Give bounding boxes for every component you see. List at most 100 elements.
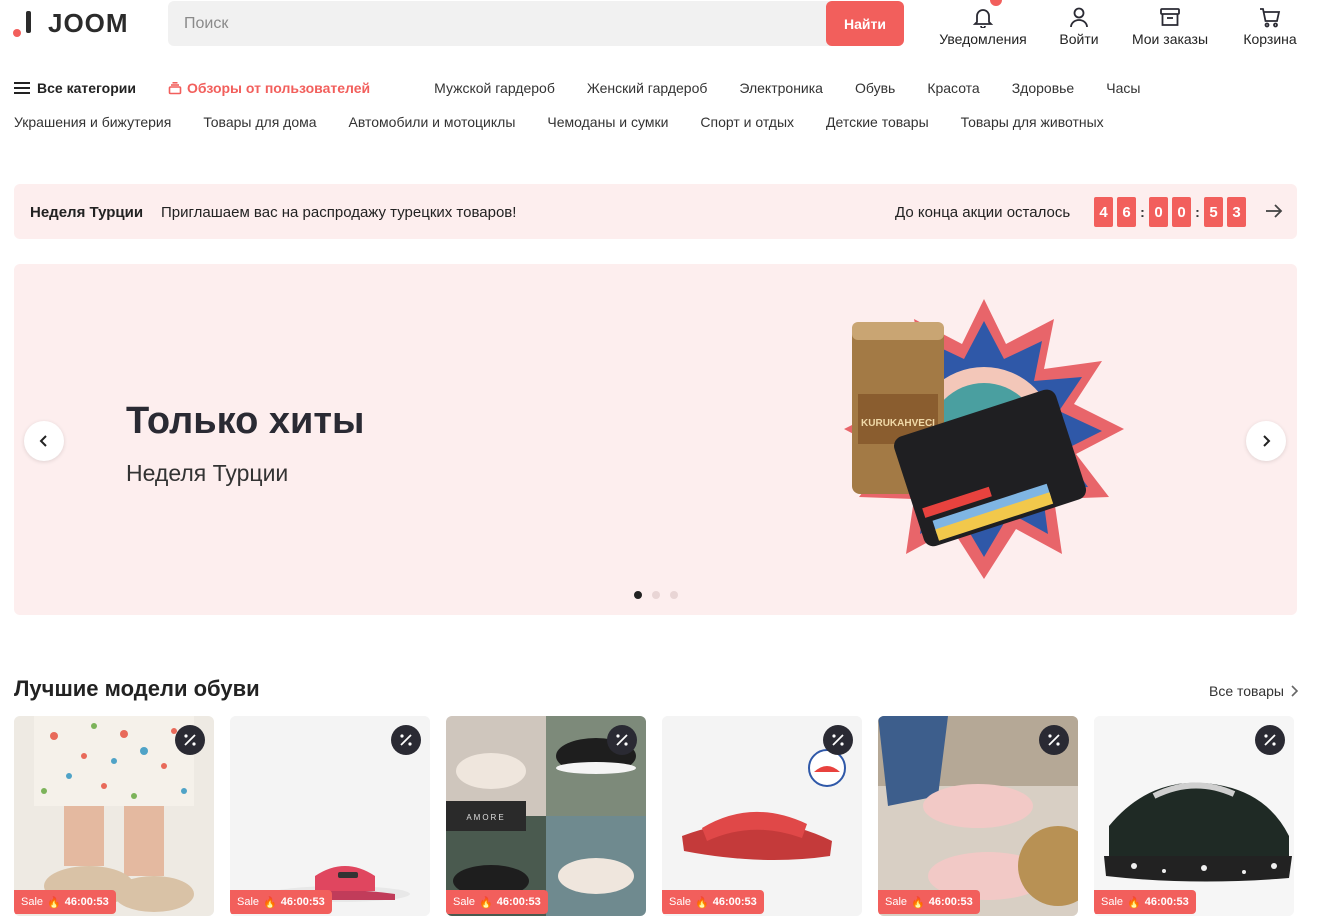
hero-carousel[interactable]: Только хиты Неделя Турции KURUKAHVECI — [14, 264, 1297, 615]
product-card[interactable]: AMORE Sale 🔥 46:00:53 — [446, 716, 646, 916]
svg-text:KURUKAHVECI: KURUKAHVECI — [861, 418, 935, 429]
chevron-left-icon — [39, 435, 47, 447]
svg-text:AMORE: AMORE — [466, 813, 505, 822]
product-card[interactable]: Sale 🔥 46:00:53 — [878, 716, 1078, 916]
reviews-stack-icon — [168, 82, 182, 95]
product-card[interactable]: Sale 🔥 46:00:53 — [14, 716, 214, 916]
category-mens-wear[interactable]: Мужской гардероб — [434, 80, 555, 96]
hero-product-image: KURUKAHVECI — [834, 294, 1124, 584]
arrow-right-icon[interactable] — [1264, 201, 1284, 221]
sale-timer: 46:00:53 — [712, 896, 757, 908]
orders-box-icon — [1159, 0, 1181, 28]
category-watches[interactable]: Часы — [1106, 80, 1140, 96]
carousel-prev-button[interactable] — [24, 421, 64, 461]
product-card[interactable]: Sale 🔥 46:00:53 — [1094, 716, 1294, 916]
sale-label: Sale — [453, 896, 476, 908]
cart-button[interactable]: Корзина — [1238, 0, 1302, 48]
carousel-next-button[interactable] — [1246, 421, 1286, 461]
login-button[interactable]: Войти — [1052, 0, 1106, 48]
fire-icon: 🔥 — [47, 896, 61, 909]
my-orders-button[interactable]: Мои заказы — [1128, 0, 1212, 48]
notifications-button[interactable]: Уведомления — [938, 0, 1028, 48]
search-button[interactable]: Найти — [826, 1, 904, 46]
sale-badge: Sale 🔥 46:00:53 — [14, 890, 116, 914]
category-auto-moto[interactable]: Автомобили и мотоциклы — [349, 114, 516, 130]
timer-digit: 4 — [1094, 197, 1113, 227]
product-card[interactable]: Sale 🔥 46:00:53 — [662, 716, 862, 916]
timer-colon: : — [1140, 204, 1145, 220]
category-womens-wear[interactable]: Женский гардероб — [587, 80, 708, 96]
timer-digit: 6 — [1117, 197, 1136, 227]
sale-label: Sale — [885, 896, 908, 908]
carousel-dot[interactable] — [670, 591, 678, 599]
header: JOOM Найти Уведомления Войти — [0, 0, 1323, 48]
countdown-label: До конца акции осталось — [895, 204, 1071, 221]
product-grid: Sale 🔥 46:00:53 Sale 🔥 46:00:53 AMORE Sa… — [14, 716, 1294, 916]
sale-badge: Sale 🔥 46:00:53 — [446, 890, 548, 914]
bell-icon — [972, 0, 1002, 28]
carousel-dot[interactable] — [634, 591, 642, 599]
sale-label: Sale — [21, 896, 44, 908]
joom-logo-mark-icon — [12, 9, 38, 39]
sale-badge: Sale 🔥 46:00:53 — [662, 890, 764, 914]
discount-percent-icon — [391, 725, 421, 755]
user-reviews-label: Обзоры от пользователей — [186, 80, 371, 96]
category-pets[interactable]: Товары для животных — [961, 114, 1104, 130]
joom-logo[interactable]: JOOM — [12, 8, 129, 39]
promo-banner[interactable]: Неделя Турции Приглашаем вас на распрода… — [14, 184, 1297, 239]
category-shoes[interactable]: Обувь — [855, 80, 895, 96]
all-categories-button[interactable]: Все категории — [14, 80, 136, 96]
discount-percent-icon — [1039, 725, 1069, 755]
sale-timer: 46:00:53 — [928, 896, 973, 908]
discount-percent-icon — [1255, 725, 1285, 755]
notifications-label: Уведомления — [939, 31, 1027, 47]
category-bags[interactable]: Чемоданы и сумки — [547, 114, 668, 130]
promo-title: Неделя Турции — [30, 204, 144, 221]
category-nav-row-2: Украшения и бижутерия Товары для дома Ав… — [14, 114, 1136, 130]
discount-percent-icon — [175, 725, 205, 755]
category-beauty[interactable]: Красота — [927, 80, 979, 96]
user-icon — [1068, 0, 1090, 28]
category-nav-row-1: Все категории Обзоры от пользователей Му… — [14, 80, 1172, 96]
user-reviews-link[interactable]: Обзоры от пользователей — [168, 80, 402, 96]
category-health[interactable]: Здоровье — [1012, 80, 1075, 96]
sale-timer: 46:00:53 — [496, 896, 541, 908]
sale-label: Sale — [669, 896, 692, 908]
product-card[interactable]: Sale 🔥 46:00:53 — [230, 716, 430, 916]
carousel-dots — [634, 591, 678, 599]
all-products-label: Все товары — [1209, 683, 1284, 699]
timer-digit: 5 — [1204, 197, 1223, 227]
category-electronics[interactable]: Электроника — [739, 80, 823, 96]
category-sport[interactable]: Спорт и отдых — [700, 114, 794, 130]
sale-badge: Sale 🔥 46:00:53 — [230, 890, 332, 914]
all-categories-label: Все категории — [37, 80, 136, 96]
login-label: Войти — [1059, 31, 1099, 47]
sale-label: Sale — [1101, 896, 1124, 908]
category-home[interactable]: Товары для дома — [203, 114, 316, 130]
category-jewelry[interactable]: Украшения и бижутерия — [14, 114, 171, 130]
timer-colon: : — [1195, 204, 1200, 220]
timer-digit: 0 — [1172, 197, 1191, 227]
my-orders-label: Мои заказы — [1131, 31, 1209, 47]
chevron-right-icon — [1263, 435, 1271, 447]
section-title: Лучшие модели обуви — [14, 676, 260, 701]
menu-icon — [14, 82, 30, 94]
sale-label: Sale — [237, 896, 260, 908]
sale-badge: Sale 🔥 46:00:53 — [1094, 890, 1196, 914]
search-input[interactable] — [168, 1, 826, 46]
fire-icon: 🔥 — [479, 896, 493, 909]
chevron-right-icon — [1291, 685, 1299, 697]
timer-digit: 0 — [1149, 197, 1168, 227]
all-products-link[interactable]: Все товары — [1209, 683, 1299, 699]
fire-icon: 🔥 — [911, 896, 925, 909]
timer-digit: 3 — [1227, 197, 1246, 227]
carousel-dot[interactable] — [652, 591, 660, 599]
search-bar: Найти — [168, 1, 904, 46]
sale-timer: 46:00:53 — [1144, 896, 1189, 908]
countdown-timer: 4 6 : 0 0 : 5 3 — [1094, 197, 1250, 227]
logo-text: JOOM — [48, 8, 129, 38]
category-kids[interactable]: Детские товары — [826, 114, 929, 130]
cart-icon — [1259, 0, 1281, 28]
cart-label: Корзина — [1243, 31, 1297, 47]
sale-badge: Sale 🔥 46:00:53 — [878, 890, 980, 914]
